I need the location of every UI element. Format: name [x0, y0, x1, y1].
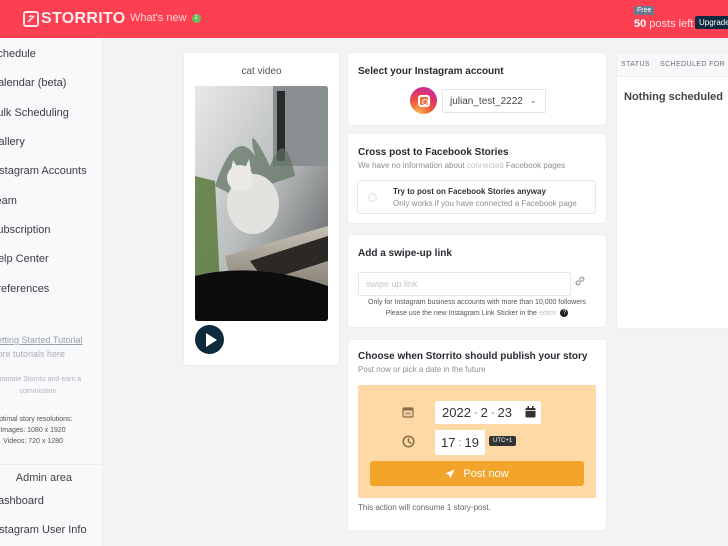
- swipe-card-title: Add a swipe-up link: [358, 248, 452, 259]
- clock-icon: [402, 435, 415, 448]
- time-picker[interactable]: 17 : 19: [435, 430, 485, 455]
- sidebar-item-team[interactable]: Team: [0, 195, 17, 207]
- tutorial-link[interactable]: Getting Started Tutorial: [0, 335, 83, 345]
- facebook-card-title: Cross post to Facebook Stories: [358, 147, 509, 158]
- sidebar-item-schedule[interactable]: Schedule: [0, 48, 36, 60]
- consume-note: This action will consume 1 story-post.: [358, 503, 491, 512]
- timezone-badge: UTC+1: [489, 436, 517, 446]
- schedule-box: 2022 - 2 - 23 17 : 19 UTC+1 Post now: [358, 385, 596, 498]
- account-select[interactable]: julian_test_2222 ⌄: [442, 89, 546, 113]
- chevron-down-icon: ⌄: [529, 95, 537, 105]
- scheduled-table-header: STATUS SCHEDULED FOR: [617, 53, 728, 77]
- help-icon[interactable]: ?: [560, 309, 569, 317]
- video-preview[interactable]: [195, 86, 328, 321]
- play-icon: [205, 332, 217, 347]
- date-year[interactable]: 2022: [442, 405, 471, 420]
- publish-card-title: Choose when Storrito should publish your…: [358, 351, 588, 362]
- logo[interactable]: STORRITO: [23, 10, 126, 28]
- upgrade-button[interactable]: Upgrade: [695, 16, 728, 29]
- facebook-option-subtitle: Only works if you have connected a Faceb…: [393, 199, 577, 208]
- facebook-stories-radio[interactable]: [368, 193, 377, 202]
- sidebar-item-bulk-scheduling[interactable]: Bulk Scheduling: [0, 107, 69, 119]
- send-icon: [445, 469, 455, 478]
- calendar-picker-icon[interactable]: [525, 406, 536, 418]
- whats-new-label: What's new: [130, 12, 187, 24]
- swipe-up-card: Add a swipe-up link Only for Instagram b…: [348, 235, 606, 327]
- instagram-account-card: Select your Instagram account julian_tes…: [348, 53, 606, 125]
- date-picker[interactable]: 2022 - 2 - 23: [435, 401, 541, 424]
- posts-left-count: 50: [634, 18, 647, 30]
- date-month[interactable]: 2: [481, 405, 488, 420]
- facebook-sub-suffix: Facebook pages: [503, 161, 566, 170]
- swipe-note-followers: Only for Instagram business accounts wit…: [368, 299, 586, 306]
- promote-link[interactable]: Promote Storrito and earn a commission: [0, 374, 88, 398]
- sidebar-item-calendar[interactable]: Calendar (beta): [0, 77, 66, 89]
- scheduled-for-column-header[interactable]: SCHEDULED FOR: [660, 61, 725, 68]
- status-column-header[interactable]: STATUS: [621, 61, 650, 68]
- play-button[interactable]: [195, 325, 224, 354]
- date-day[interactable]: 23: [498, 405, 512, 420]
- calendar-icon: [402, 407, 414, 418]
- posts-left-label: posts left: [646, 18, 694, 30]
- time-separator: :: [458, 436, 462, 449]
- instagram-icon: [417, 94, 430, 107]
- brand-name: STORRITO: [41, 10, 126, 27]
- posts-left: 50 posts left: [634, 18, 693, 30]
- connected-link[interactable]: connected: [467, 161, 504, 170]
- publish-card: Choose when Storrito should publish your…: [348, 340, 606, 530]
- swipe-note-sticker-prefix: Please use the new Instagram Link Sticke…: [385, 309, 539, 317]
- publish-card-subtitle: Post now or pick a date in the future: [358, 365, 486, 374]
- post-now-button[interactable]: Post now: [370, 461, 584, 486]
- empty-state-text: Nothing scheduled: [624, 91, 723, 103]
- sidebar-item-subscription[interactable]: Subscription: [0, 224, 51, 236]
- resolutions-info: Optimal story resolutions: Images: 1080 …: [0, 414, 78, 447]
- sidebar-item-dashboard[interactable]: Dashboard: [0, 495, 44, 507]
- sidebar: Schedule Calendar (beta) Bulk Scheduling…: [0, 38, 103, 546]
- facebook-card-subtitle: We have no information about connected F…: [358, 161, 565, 170]
- time-hour[interactable]: 17: [441, 435, 455, 450]
- more-tutorials-link[interactable]: More tutorials here: [0, 349, 65, 359]
- time-minute[interactable]: 19: [465, 435, 479, 450]
- date-separator: -: [473, 406, 478, 419]
- sidebar-item-instagram-user-info[interactable]: Instagram User Info: [0, 524, 87, 536]
- whats-new-count-badge: 1: [191, 13, 201, 23]
- sidebar-item-preferences[interactable]: Preferences: [0, 283, 49, 295]
- logo-icon: [23, 11, 39, 27]
- video-title: cat video: [241, 66, 282, 77]
- story-preview-card: cat video: [184, 53, 339, 365]
- swipe-up-link-input[interactable]: [358, 272, 571, 296]
- admin-area-title: Admin area: [15, 472, 72, 484]
- facebook-sub-prefix: We have no information about: [358, 161, 467, 170]
- resolutions-videos: Videos: 720 x 1280: [3, 438, 63, 445]
- account-card-title: Select your Instagram account: [358, 66, 504, 77]
- sidebar-item-gallery[interactable]: Gallery: [0, 136, 25, 148]
- editor-link[interactable]: editor: [539, 310, 557, 317]
- date-separator: -: [490, 406, 495, 419]
- cat-piano-image: [195, 86, 328, 321]
- sidebar-item-instagram-accounts[interactable]: Instagram Accounts: [0, 165, 87, 177]
- facebook-stories-option[interactable]: Try to post on Facebook Stories anyway O…: [357, 180, 596, 214]
- link-icon[interactable]: [574, 275, 586, 287]
- swipe-note-sticker: Please use the new Instagram Link Sticke…: [348, 309, 606, 317]
- scheduled-posts-panel: STATUS SCHEDULED FOR Nothing scheduled: [617, 53, 728, 328]
- facebook-crosspost-card: Cross post to Facebook Stories We have n…: [348, 134, 606, 223]
- plan-badge: Free: [634, 6, 655, 15]
- whats-new-link[interactable]: What's new 1: [130, 12, 201, 24]
- sidebar-divider: [0, 464, 102, 465]
- sidebar-item-help-center[interactable]: Help Center: [0, 253, 49, 265]
- account-select-value: julian_test_2222: [450, 95, 523, 107]
- facebook-option-title: Try to post on Facebook Stories anyway: [393, 187, 546, 196]
- resolutions-images: Images: 1080 x 1920: [0, 427, 66, 434]
- instagram-avatar: [410, 87, 437, 114]
- resolutions-title: Optimal story resolutions:: [0, 416, 73, 423]
- top-bar: STORRITO What's new 1 Free 50 posts left…: [0, 0, 728, 38]
- post-now-label: Post now: [463, 467, 509, 480]
